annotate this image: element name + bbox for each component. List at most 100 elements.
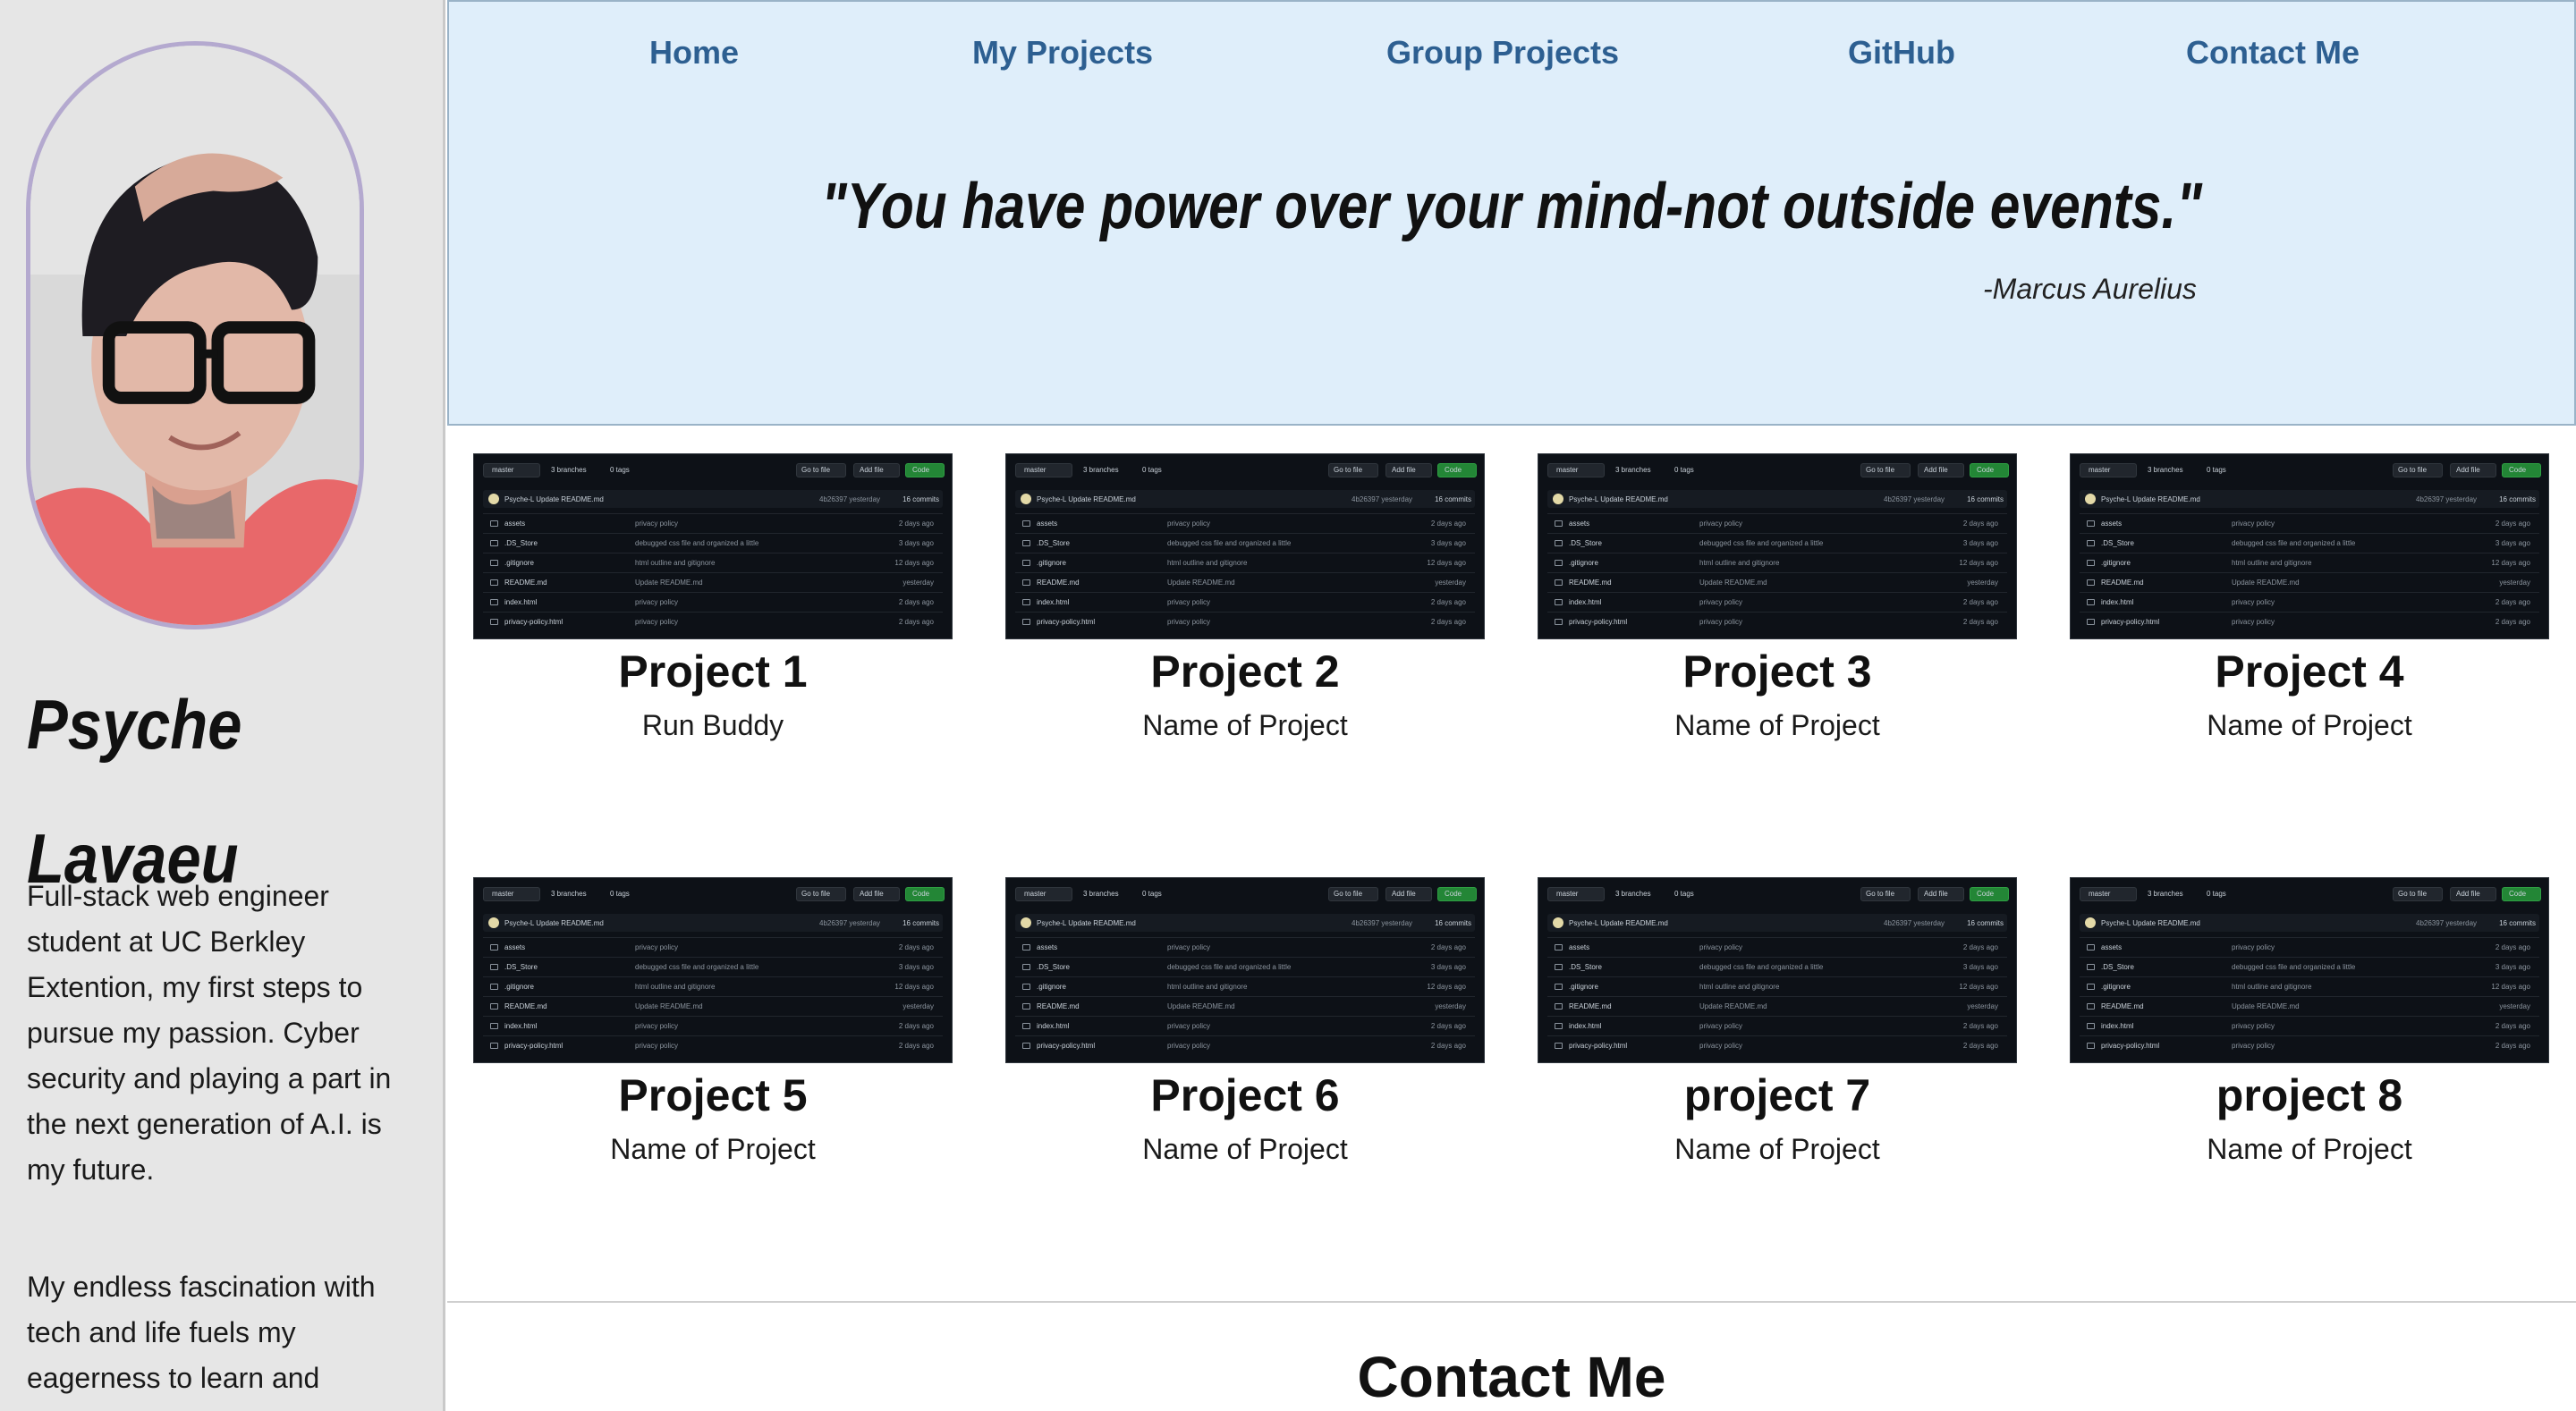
file-name: privacy-policy.html	[2101, 618, 2160, 626]
project-title[interactable]: Project 1	[473, 645, 953, 698]
branches-count: 3 branches	[1615, 890, 1651, 898]
file-commit-message: html outline and gitignore	[1167, 559, 1248, 567]
project-title[interactable]: Project 3	[1538, 645, 2017, 698]
tags-count: 0 tags	[2207, 890, 2226, 898]
project-thumbnail[interactable]: master 3 branches 0 tags Go to file Add file…	[473, 877, 953, 1063]
file-date: 12 days ago	[894, 983, 934, 991]
file-date: yesterday	[2499, 1002, 2530, 1010]
profile-photo-illustration	[30, 46, 360, 625]
file-row: privacy-policy.html privacy policy 2 days …	[1547, 1035, 2007, 1054]
file-row: privacy-policy.html privacy policy 2 days …	[1015, 612, 1475, 630]
file-name: assets	[504, 520, 526, 528]
file-name: .DS_Store	[1037, 539, 1070, 547]
commit-message: Psyche-L Update README.md	[504, 919, 604, 927]
file-commit-message: privacy policy	[2232, 520, 2275, 528]
project-thumbnail[interactable]: master 3 branches 0 tags Go to file Add file…	[1538, 453, 2017, 639]
code-label: Code	[2509, 890, 2527, 898]
project-card-1: master 3 branches 0 tags Go to file Add file…	[473, 453, 953, 743]
project-title[interactable]: Project 4	[2070, 645, 2549, 698]
project-title[interactable]: project 7	[1538, 1069, 2017, 1122]
code-label: Code	[2509, 466, 2527, 474]
file-icon	[1555, 984, 1563, 990]
go-to-file-label: Go to file	[1334, 890, 1363, 898]
committer-avatar	[2085, 917, 2096, 928]
add-file-label: Add file	[1924, 890, 1948, 898]
file-commit-message: debugged css file and organized a little	[1167, 539, 1292, 547]
file-name: index.html	[504, 598, 538, 606]
file-date: 2 days ago	[898, 1022, 934, 1030]
branch-name: master	[1024, 890, 1046, 898]
file-icon	[2087, 964, 2095, 970]
file-commit-message: privacy policy	[635, 598, 679, 606]
file-icon	[2087, 520, 2095, 527]
branch-name: master	[2089, 890, 2111, 898]
file-commit-message: html outline and gitignore	[1167, 983, 1248, 991]
file-row: .DS_Store debugged css file and organized…	[483, 533, 943, 552]
nav-link-home[interactable]: Home	[649, 34, 739, 72]
project-title[interactable]: Project 5	[473, 1069, 953, 1122]
file-commit-message: privacy policy	[1699, 1042, 1743, 1050]
file-name: README.md	[2101, 579, 2144, 587]
nav-link-github[interactable]: GitHub	[1848, 34, 1955, 72]
project-thumbnail[interactable]: master 3 branches 0 tags Go to file Add file…	[473, 453, 953, 639]
file-name: README.md	[1569, 1002, 1612, 1010]
file-row: .gitignore html outline and gitignore 12 d…	[2080, 976, 2539, 995]
file-icon	[490, 520, 498, 527]
commit-message: Psyche-L Update README.md	[1037, 919, 1136, 927]
file-name: privacy-policy.html	[1037, 618, 1096, 626]
project-title[interactable]: project 8	[2070, 1069, 2549, 1122]
file-name: assets	[1569, 943, 1590, 951]
file-date: 2 days ago	[1430, 943, 1466, 951]
file-date: 2 days ago	[1962, 943, 1998, 951]
file-commit-message: Update README.md	[2232, 579, 2300, 587]
branch-name: master	[2089, 466, 2111, 474]
profile-photo	[26, 41, 364, 629]
file-name: privacy-policy.html	[1569, 1042, 1628, 1050]
commit-message: Psyche-L Update README.md	[1569, 919, 1668, 927]
file-row: privacy-policy.html privacy policy 2 days …	[2080, 1035, 2539, 1054]
file-row: .gitignore html outline and gitignore 12 d…	[483, 553, 943, 571]
commit-message: Psyche-L Update README.md	[2101, 495, 2200, 503]
project-title[interactable]: Project 6	[1005, 1069, 1485, 1122]
file-commit-message: html outline and gitignore	[2232, 559, 2312, 567]
nav-link-my-projects[interactable]: My Projects	[972, 34, 1153, 72]
project-thumbnail[interactable]: master 3 branches 0 tags Go to file Add file…	[1005, 877, 1485, 1063]
file-row: privacy-policy.html privacy policy 2 days …	[1015, 1035, 1475, 1054]
file-date: 2 days ago	[898, 618, 934, 626]
file-commit-message: privacy policy	[2232, 1022, 2275, 1030]
file-row: README.md Update README.md yesterday	[483, 572, 943, 591]
commit-count: 16 commits	[1435, 495, 1471, 503]
file-name: README.md	[1037, 579, 1080, 587]
project-thumbnail[interactable]: master 3 branches 0 tags Go to file Add file…	[2070, 877, 2549, 1063]
file-row: assets privacy policy 2 days ago	[1547, 513, 2007, 532]
committer-avatar	[488, 494, 499, 504]
commit-message: Psyche-L Update README.md	[2101, 919, 2200, 927]
nav-link-contact-me[interactable]: Contact Me	[2186, 34, 2360, 72]
project-thumbnail[interactable]: master 3 branches 0 tags Go to file Add file…	[1538, 877, 2017, 1063]
file-row: README.md Update README.md yesterday	[2080, 996, 2539, 1015]
sidebar: Psyche Lavaeu Full-stack web engineer st…	[0, 0, 445, 1411]
file-commit-message: Update README.md	[635, 579, 703, 587]
file-name: privacy-policy.html	[1037, 1042, 1096, 1050]
commit-count: 16 commits	[2499, 495, 2536, 503]
branches-count: 3 branches	[2148, 466, 2183, 474]
file-date: 2 days ago	[2495, 598, 2530, 606]
file-icon	[490, 944, 498, 951]
branch-name: master	[1024, 466, 1046, 474]
project-title[interactable]: Project 2	[1005, 645, 1485, 698]
contact-heading: Contact Me	[1357, 1345, 1666, 1409]
file-icon	[490, 1023, 498, 1029]
file-row: assets privacy policy 2 days ago	[1015, 937, 1475, 956]
file-name: .gitignore	[2101, 983, 2131, 991]
add-file-label: Add file	[1924, 466, 1948, 474]
project-thumbnail[interactable]: master 3 branches 0 tags Go to file Add file…	[2070, 453, 2549, 639]
repo-toolbar: master 3 branches 0 tags Go to file Add file…	[474, 454, 952, 485]
project-thumbnail[interactable]: master 3 branches 0 tags Go to file Add file…	[1005, 453, 1485, 639]
nav-link-group-projects[interactable]: Group Projects	[1386, 34, 1619, 72]
file-row: .DS_Store debugged css file and organized…	[1015, 533, 1475, 552]
file-name: .DS_Store	[2101, 963, 2134, 971]
code-label: Code	[1445, 466, 1462, 474]
branch-name: master	[492, 890, 514, 898]
committer-avatar	[1021, 494, 1031, 504]
file-row: assets privacy policy 2 days ago	[483, 937, 943, 956]
